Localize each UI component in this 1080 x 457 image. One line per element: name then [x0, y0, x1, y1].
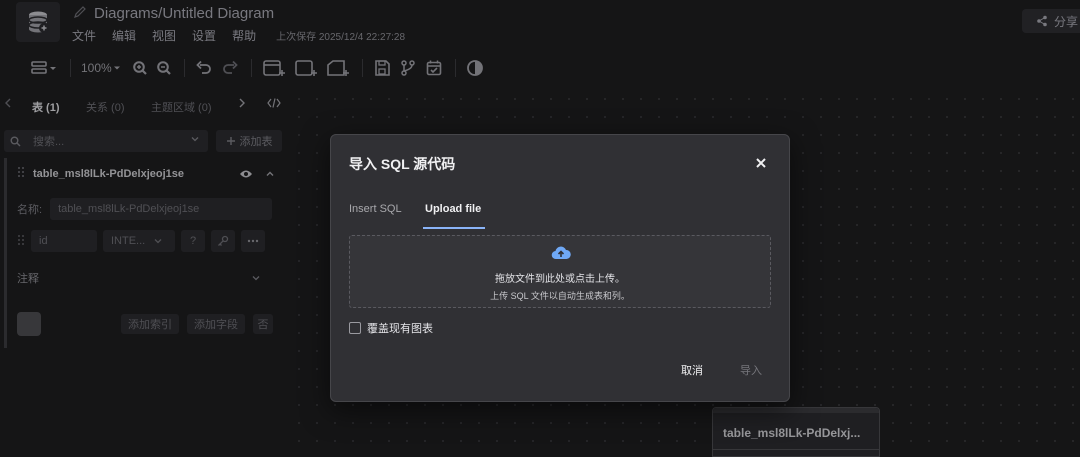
overwrite-checkbox-row[interactable]: 覆盖现有图表	[349, 320, 433, 336]
dropzone-hint: 上传 SQL 文件以自动生成表和列。	[490, 291, 630, 301]
cloud-upload-icon	[551, 245, 571, 264]
close-icon	[756, 158, 766, 168]
active-tab-indicator	[423, 227, 485, 229]
import-button[interactable]: 导入	[740, 362, 762, 378]
import-sql-dialog: 导入 SQL 源代码 Insert SQL Upload file 拖放文件到此…	[330, 134, 790, 402]
overwrite-label: 覆盖现有图表	[367, 323, 433, 335]
cancel-button[interactable]: 取消	[681, 362, 703, 378]
tab-upload-file[interactable]: Upload file	[425, 203, 481, 215]
overwrite-checkbox[interactable]	[349, 322, 361, 334]
dropzone-text: 拖放文件到此处或点击上传。	[495, 274, 625, 285]
close-button[interactable]	[751, 153, 771, 173]
dialog-title: 导入 SQL 源代码	[349, 156, 456, 172]
file-dropzone[interactable]: 拖放文件到此处或点击上传。 上传 SQL 文件以自动生成表和列。	[349, 235, 771, 308]
tab-insert-sql[interactable]: Insert SQL	[349, 203, 402, 215]
